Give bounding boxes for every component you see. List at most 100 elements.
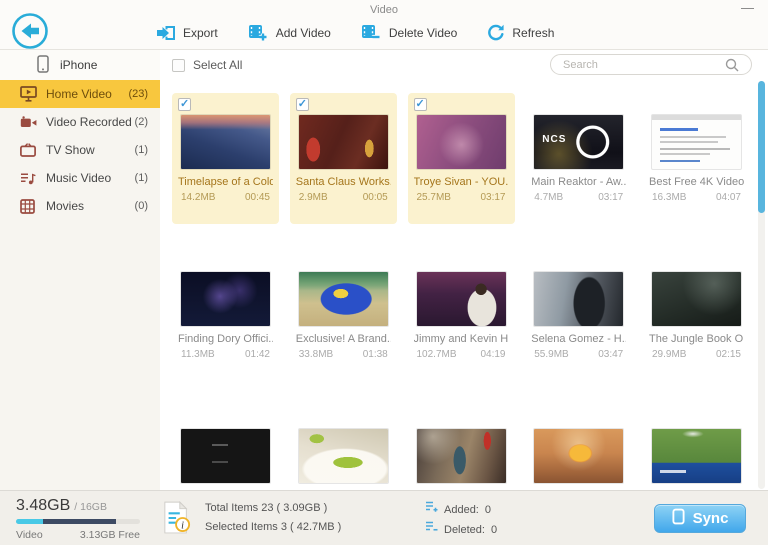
screen-play-icon <box>20 86 37 102</box>
search-box <box>550 54 752 75</box>
video-meta: 33.8MB 01:38 <box>296 349 391 360</box>
deleted-value: 0 <box>491 521 497 540</box>
video-checkbox[interactable] <box>296 98 309 111</box>
video-duration: 00:45 <box>245 192 270 203</box>
toolbar-button-label: Add Video <box>276 26 331 40</box>
video-title: Finding Dory Offici... <box>178 333 273 345</box>
video-card[interactable] <box>643 407 750 490</box>
storage-free-label: 3.13GB Free <box>80 529 140 541</box>
toolbar: Export Add Video Delete Video Refresh <box>156 24 554 42</box>
sidebar-item-label: Video Recorded <box>46 115 132 129</box>
storage-segment-other <box>43 519 116 524</box>
video-card[interactable] <box>525 407 632 490</box>
storage-summary: 3.48GB / 16GB Video 3.13GB Free <box>16 497 140 541</box>
toolbar-button-label: Delete Video <box>389 26 458 40</box>
added-value: 0 <box>485 501 491 520</box>
video-size: 55.9MB <box>534 349 568 360</box>
total-items-label: Total Items 23 ( 3.09GB ) <box>205 499 341 518</box>
video-card[interactable]: NCS Main Reaktor - Aw... 4.7MB 03:17 <box>525 93 632 224</box>
thumbnail-logo-text: NCS <box>542 134 566 145</box>
video-duration: 04:07 <box>716 192 741 203</box>
video-card[interactable]: Finding Dory Offici... 11.3MB 01:42 <box>172 250 279 381</box>
toolbar-button-label: Export <box>183 26 218 40</box>
video-duration: 00:05 <box>363 192 388 203</box>
search-input[interactable] <box>551 59 725 71</box>
delete-video-button[interactable]: Delete Video <box>361 24 458 42</box>
video-meta: 25.7MB 03:17 <box>414 192 509 203</box>
video-thumbnail <box>534 272 623 326</box>
video-checkbox[interactable] <box>178 98 191 111</box>
film-icon <box>20 198 37 214</box>
video-meta: 14.2MB 00:45 <box>178 192 273 203</box>
storage-type-label: Video <box>16 529 43 541</box>
sidebar-item-tv-show[interactable]: TV Show(1) <box>0 136 160 164</box>
sync-button[interactable]: Sync <box>654 504 746 533</box>
video-card[interactable]: Timelapse of a Cold 14.2MB 00:45 <box>172 93 279 224</box>
video-card[interactable]: Exclusive! A Brand... 33.8MB 01:38 <box>290 250 397 381</box>
phone-icon <box>37 55 49 76</box>
video-size: 33.8MB <box>299 349 333 360</box>
storage-segment-video <box>16 519 43 524</box>
added-label: Added: <box>444 501 479 520</box>
sidebar-item-label: TV Show <box>46 143 95 157</box>
video-meta: 102.7MB 04:19 <box>414 349 509 360</box>
video-card[interactable] <box>290 407 397 490</box>
storage-capacity: / 16GB <box>74 501 107 513</box>
export-button[interactable]: Export <box>156 24 218 42</box>
video-duration: 03:47 <box>598 349 623 360</box>
sidebar-device-iphone[interactable]: iPhone <box>0 50 160 80</box>
video-card[interactable]: Jimmy and Kevin H... 102.7MB 04:19 <box>408 250 515 381</box>
video-title: Selena Gomez - H... <box>531 333 626 345</box>
video-thumbnail: NCS <box>534 115 623 169</box>
video-thumbnail <box>652 115 741 169</box>
video-meta: 11.3MB 01:42 <box>178 349 273 360</box>
refresh-icon <box>487 24 505 42</box>
video-card[interactable] <box>172 407 279 490</box>
video-card[interactable]: Troye Sivan - YOU... 25.7MB 03:17 <box>408 93 515 224</box>
minimize-button[interactable]: — <box>737 0 758 15</box>
video-card[interactable] <box>408 407 515 490</box>
sync-button-label: Sync <box>693 510 729 527</box>
scrollbar-thumb[interactable] <box>758 81 765 213</box>
refresh-button[interactable]: Refresh <box>487 24 554 42</box>
sidebar-item-movies[interactable]: Movies(0) <box>0 192 160 220</box>
video-checkbox[interactable] <box>414 98 427 111</box>
device-label: iPhone <box>60 58 97 72</box>
sidebar-item-music-video[interactable]: Music Video(1) <box>0 164 160 192</box>
video-card[interactable]: The Jungle Book O... 29.9MB 02:15 <box>643 250 750 381</box>
sidebar-item-video-recorded[interactable]: Video Recorded(2) <box>0 108 160 136</box>
video-thumbnail <box>534 429 623 483</box>
window-title: Video <box>370 4 398 16</box>
video-duration: 03:17 <box>598 192 623 203</box>
back-button[interactable] <box>11 12 49 50</box>
select-all-label: Select All <box>193 58 242 72</box>
film-minus-icon <box>361 24 382 42</box>
video-thumbnail <box>181 429 270 483</box>
select-all-checkbox[interactable] <box>172 59 185 72</box>
video-size: 4.7MB <box>534 192 563 203</box>
tv-icon <box>20 142 37 158</box>
video-title: Timelapse of a Cold <box>178 176 273 188</box>
video-card[interactable]: Best Free 4K Video... 16.3MB 04:07 <box>643 93 750 224</box>
video-duration: 03:17 <box>480 192 505 203</box>
video-card[interactable]: Santa Claus Works... 2.9MB 00:05 <box>290 93 397 224</box>
video-meta: 29.9MB 02:15 <box>649 349 744 360</box>
camcorder-icon <box>20 114 37 130</box>
select-all: Select All <box>172 58 242 72</box>
selected-items-label: Selected Items 3 ( 42.7MB ) <box>205 518 341 537</box>
video-card[interactable]: Selena Gomez - H... 55.9MB 03:47 <box>525 250 632 381</box>
toolbar-button-label: Refresh <box>512 26 554 40</box>
video-thumbnail <box>417 272 506 326</box>
sidebar-item-home-video[interactable]: Home Video(23) <box>0 80 160 108</box>
scrollbar[interactable] <box>758 81 765 489</box>
video-meta: 4.7MB 03:17 <box>531 192 626 203</box>
add-video-button[interactable]: Add Video <box>248 24 331 42</box>
video-meta: 55.9MB 03:47 <box>531 349 626 360</box>
video-title: Main Reaktor - Aw... <box>531 176 626 188</box>
back-arrow-icon <box>11 37 49 54</box>
sidebar: iPhone Home Video(23)Video Recorded(2)TV… <box>0 50 160 490</box>
video-size: 2.9MB <box>299 192 328 203</box>
music-note-icon <box>20 170 37 186</box>
video-thumbnail <box>181 272 270 326</box>
export-icon <box>156 25 176 41</box>
